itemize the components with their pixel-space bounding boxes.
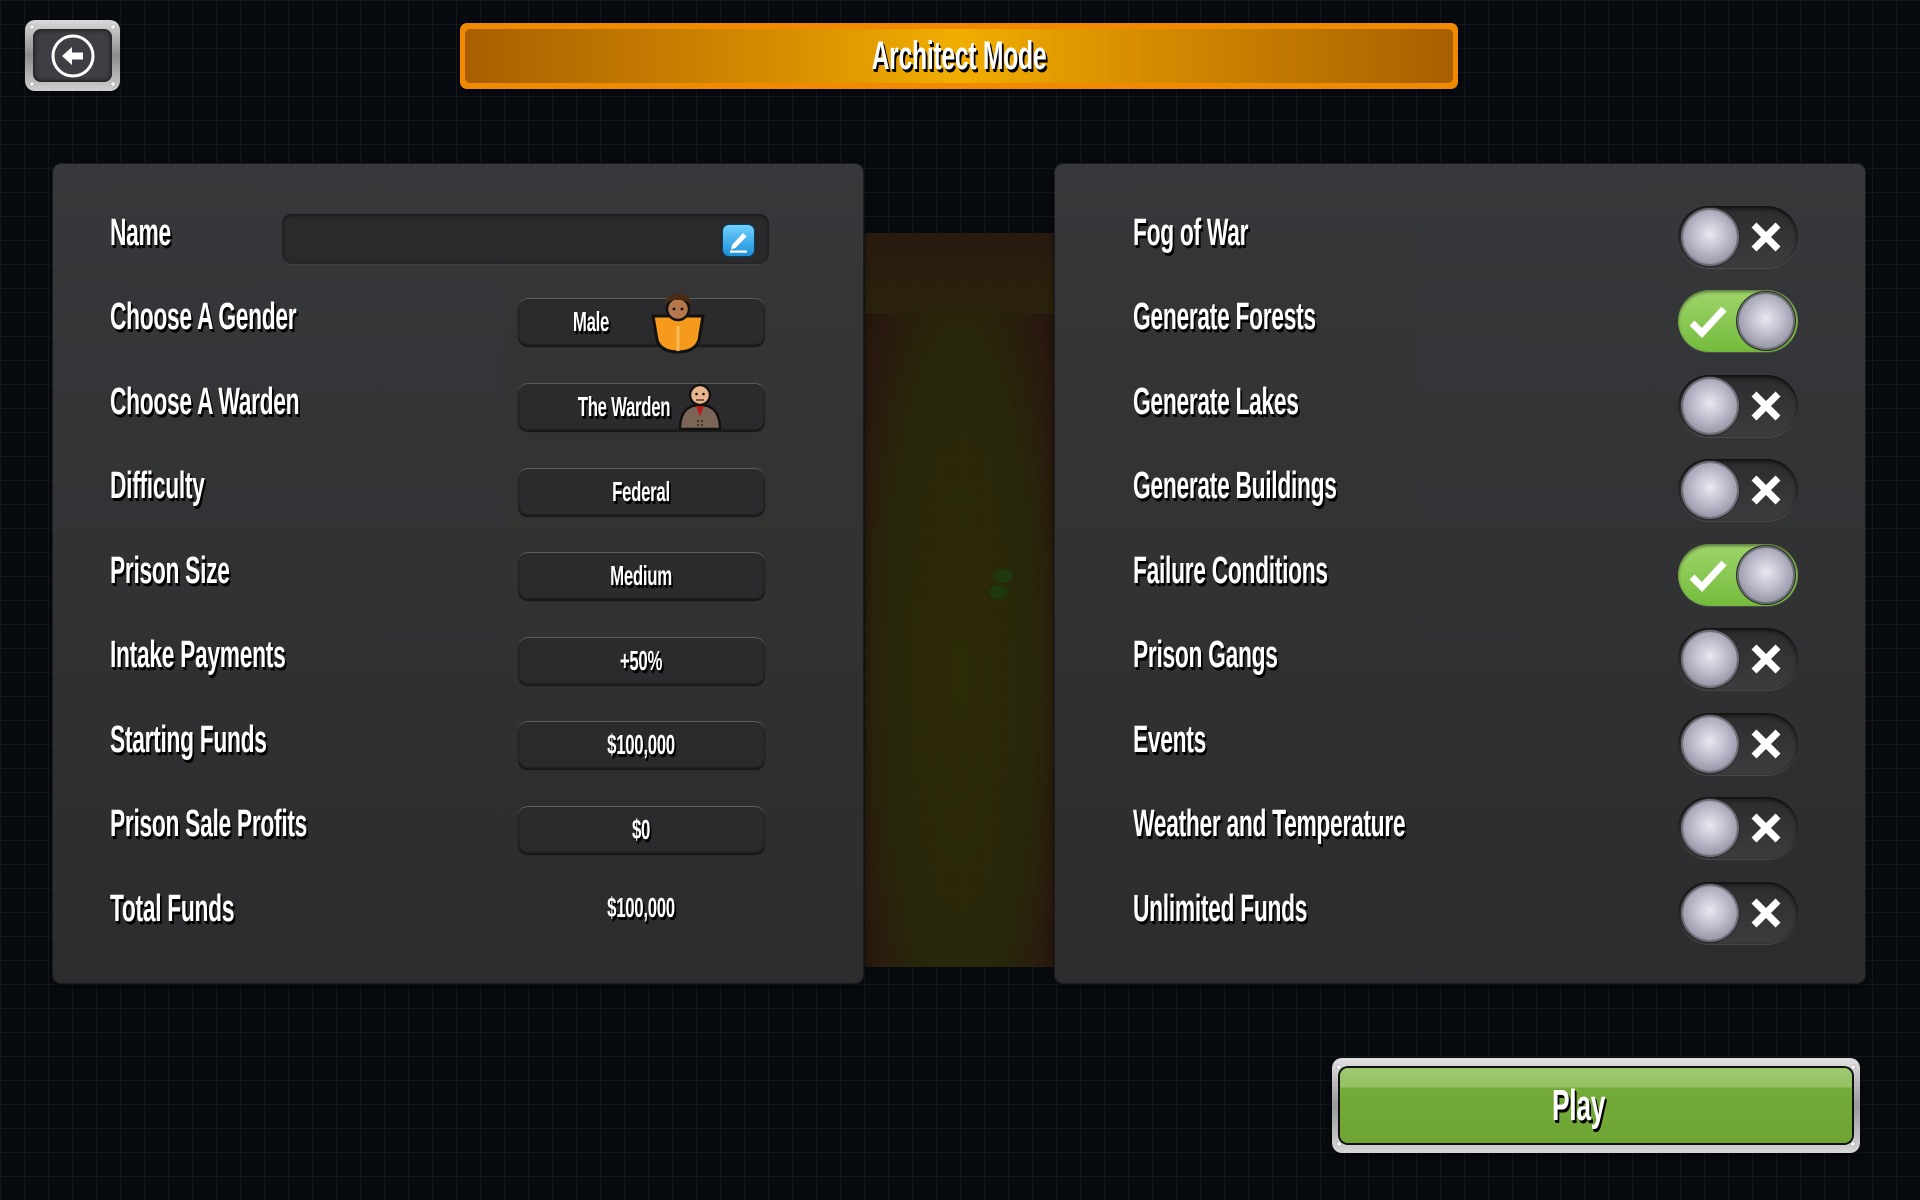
- back-button[interactable]: [25, 20, 120, 91]
- gender-value: Male: [572, 306, 610, 337]
- screw-decoration: [30, 25, 34, 29]
- toggle-label-unlimited-funds: Unlimited Funds: [1133, 888, 1308, 930]
- toggle-knob: [1683, 379, 1737, 433]
- toggle-unlimited-funds[interactable]: [1678, 882, 1798, 944]
- starting-funds-value: $100,000: [607, 729, 675, 760]
- toggle-generate-lakes[interactable]: [1678, 375, 1798, 437]
- map-preview: [865, 233, 1055, 967]
- toggle-knob: [1683, 210, 1737, 264]
- male-prisoner-avatar-icon: [651, 293, 705, 354]
- starting-funds-label: Starting Funds: [110, 719, 267, 761]
- toggle-label-failure-conditions: Failure Conditions: [1133, 550, 1328, 592]
- intake-payments-selector[interactable]: +50%: [518, 637, 765, 685]
- toggle-label-generate-lakes: Generate Lakes: [1133, 381, 1299, 423]
- toggle-label-fog-of-war: Fog of War: [1133, 212, 1249, 254]
- x-cross-icon: [1751, 729, 1781, 759]
- toggle-knob: [1739, 294, 1793, 348]
- checkmark-icon: [1689, 560, 1727, 593]
- name-input[interactable]: [282, 214, 769, 264]
- toggle-knob: [1683, 886, 1737, 940]
- screw-decoration: [111, 25, 115, 29]
- toggle-knob: [1683, 801, 1737, 855]
- screw-decoration: [1851, 1065, 1855, 1069]
- screw-decoration: [1337, 1142, 1341, 1146]
- toggle-label-weather-and-temperature: Weather and Temperature: [1133, 803, 1406, 845]
- toggle-label-generate-buildings: Generate Buildings: [1133, 465, 1337, 507]
- back-arrow-circle-icon: [51, 34, 94, 77]
- screw-decoration: [111, 82, 115, 86]
- prison-sale-profits-label: Prison Sale Profits: [110, 803, 308, 845]
- screw-decoration: [1851, 1142, 1855, 1146]
- toggle-knob: [1683, 717, 1737, 771]
- prison-size-label: Prison Size: [110, 550, 230, 592]
- toggle-knob: [1683, 632, 1737, 686]
- warden-value: The Warden: [577, 391, 671, 422]
- total-funds-label: Total Funds: [110, 888, 235, 930]
- prison-size-value: Medium: [610, 560, 672, 591]
- x-cross-icon: [1751, 391, 1781, 421]
- toggle-prison-gangs[interactable]: [1678, 628, 1798, 690]
- toggle-knob: [1683, 463, 1737, 517]
- intake-payments-label: Intake Payments: [110, 634, 286, 676]
- toggle-label-prison-gangs: Prison Gangs: [1133, 634, 1278, 676]
- tree-decoration: [989, 585, 1009, 599]
- toggle-failure-conditions[interactable]: [1678, 544, 1798, 606]
- toggle-generate-forests[interactable]: [1678, 290, 1798, 352]
- x-cross-icon: [1751, 813, 1781, 843]
- toggle-label-events: Events: [1133, 719, 1206, 761]
- toggle-fog-of-war[interactable]: [1678, 206, 1798, 268]
- name-label: Name: [110, 212, 171, 254]
- warden-label: Choose A Warden: [110, 381, 300, 423]
- gender-selector[interactable]: Male: [518, 293, 765, 354]
- x-cross-icon: [1751, 898, 1781, 928]
- tree-decoration: [993, 569, 1013, 583]
- play-label: Play: [1551, 1080, 1605, 1130]
- difficulty-selector[interactable]: Federal: [518, 468, 765, 516]
- toggle-generate-buildings[interactable]: [1678, 459, 1798, 521]
- prison-sale-profits-selector[interactable]: $0: [518, 806, 765, 854]
- prison-sale-profits-value: $0: [631, 814, 651, 845]
- total-funds-value: $100,000: [607, 892, 675, 923]
- difficulty-label: Difficulty: [110, 465, 205, 507]
- warden-selector[interactable]: The Warden: [518, 383, 765, 431]
- page-title: Architect Mode: [871, 33, 1047, 78]
- toggle-weather-and-temperature[interactable]: [1678, 797, 1798, 859]
- play-button[interactable]: Play: [1332, 1058, 1860, 1153]
- gender-label: Choose A Gender: [110, 296, 297, 338]
- toggle-knob: [1739, 548, 1793, 602]
- pencil-edit-icon[interactable]: [723, 225, 754, 256]
- title-banner: Architect Mode: [460, 23, 1458, 89]
- x-cross-icon: [1751, 475, 1781, 505]
- toggle-label-generate-forests: Generate Forests: [1133, 296, 1316, 338]
- screw-decoration: [1337, 1065, 1341, 1069]
- screw-decoration: [30, 82, 34, 86]
- x-cross-icon: [1751, 222, 1781, 252]
- starting-funds-selector[interactable]: $100,000: [518, 721, 765, 769]
- prison-size-selector[interactable]: Medium: [518, 552, 765, 600]
- x-cross-icon: [1751, 644, 1781, 674]
- map-preview-overlay: [1055, 233, 1417, 967]
- toggle-events[interactable]: [1678, 713, 1798, 775]
- warden-avatar-icon: [678, 383, 722, 431]
- checkmark-icon: [1689, 306, 1727, 339]
- difficulty-value: Federal: [612, 476, 670, 507]
- intake-payments-value: +50%: [619, 645, 663, 676]
